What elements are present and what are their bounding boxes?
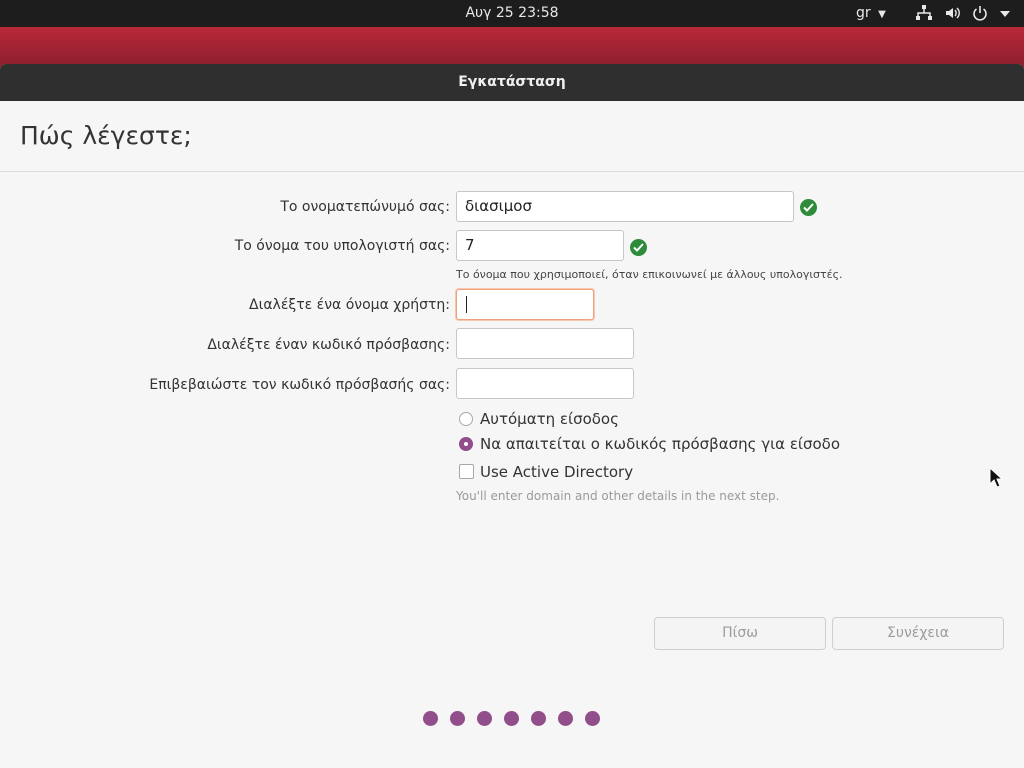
progress-dot <box>450 711 465 726</box>
back-button[interactable]: Πίσω <box>654 617 826 650</box>
active-directory-hint: You'll enter domain and other details in… <box>456 489 780 503</box>
computer-name-field[interactable]: 7 <box>456 230 624 261</box>
fullname-label: Το ονοματεπώνυμό σας: <box>280 199 450 215</box>
progress-dot <box>531 711 546 726</box>
desktop-background <box>0 27 1024 69</box>
page-title: Πώς λέγεστε; <box>20 121 192 150</box>
fullname-field[interactable]: διασιμοσ <box>456 191 794 222</box>
confirm-password-field[interactable] <box>456 368 634 399</box>
menu-down-icon[interactable] <box>997 5 1015 23</box>
top-bar: Αυγ 25 23:58 gr ▼ <box>0 0 1024 27</box>
keyboard-layout-indicator[interactable]: gr ▼ <box>856 5 886 21</box>
progress-dot <box>504 711 519 726</box>
divider <box>0 171 1024 172</box>
active-directory-checkbox[interactable] <box>459 464 474 479</box>
chevron-down-icon: ▼ <box>878 9 886 20</box>
auto-login-radio[interactable] <box>459 412 473 426</box>
computer-name-value: 7 <box>465 236 475 254</box>
continue-button[interactable]: Συνέχεια <box>832 617 1004 650</box>
computer-name-hint: Το όνομα που χρησιμοποιεί, όταν επικοινω… <box>456 268 843 281</box>
progress-dot <box>558 711 573 726</box>
username-label: Διαλέξτε ένα όνομα χρήστη: <box>249 297 450 313</box>
require-password-label[interactable]: Να απαιτείται ο κωδικός πρόσβασης για εί… <box>480 435 840 453</box>
power-icon[interactable] <box>971 4 989 22</box>
mouse-cursor-icon <box>989 466 1004 489</box>
computer-name-label: Το όνομα του υπολογιστή σας: <box>234 238 450 254</box>
progress-dot <box>423 711 438 726</box>
progress-dot <box>585 711 600 726</box>
window-titlebar[interactable]: Εγκατάσταση <box>0 64 1024 101</box>
progress-dot <box>477 711 492 726</box>
installer-window: Εγκατάσταση Πώς λέγεστε; Το ονοματεπώνυμ… <box>0 64 1024 768</box>
window-title: Εγκατάσταση <box>458 74 566 90</box>
auto-login-label[interactable]: Αυτόματη είσοδος <box>480 410 619 428</box>
volume-icon[interactable] <box>944 4 962 22</box>
confirm-password-label: Επιβεβαιώστε τον κωδικό πρόσβασής σας: <box>149 377 450 393</box>
fullname-valid-check-icon <box>800 199 817 216</box>
password-field[interactable] <box>456 328 634 359</box>
text-caret <box>466 296 467 313</box>
fullname-value: διασιμοσ <box>465 197 532 215</box>
username-field[interactable] <box>456 289 594 320</box>
keyboard-layout-label: gr <box>856 5 871 21</box>
password-label: Διαλέξτε έναν κωδικό πρόσβασης: <box>207 337 450 353</box>
active-directory-label[interactable]: Use Active Directory <box>480 463 633 481</box>
require-password-radio[interactable] <box>459 437 473 451</box>
computer-name-valid-check-icon <box>630 239 647 256</box>
network-icon[interactable] <box>915 4 933 22</box>
